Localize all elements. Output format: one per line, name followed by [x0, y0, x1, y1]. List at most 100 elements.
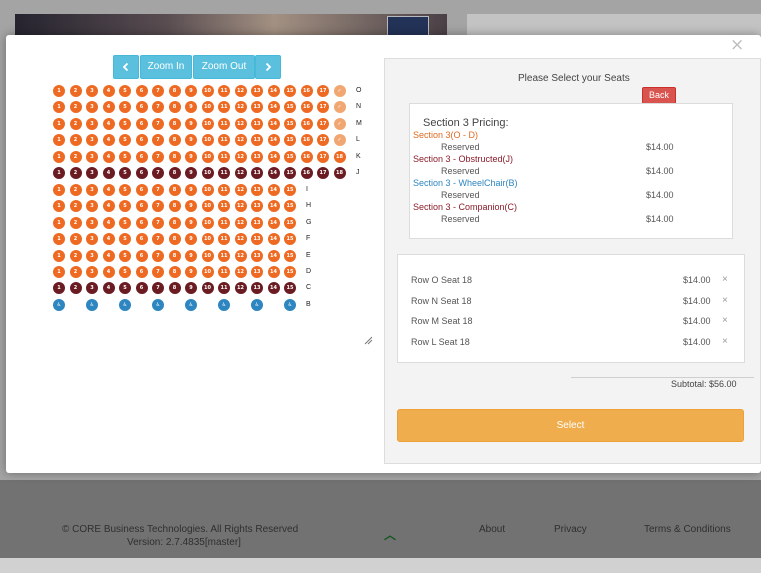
- seat[interactable]: ✓: [333, 117, 346, 130]
- select-button[interactable]: Select: [397, 409, 744, 442]
- seat[interactable]: 8: [168, 265, 181, 278]
- seat[interactable]: 6: [135, 101, 148, 114]
- seat[interactable]: 9: [185, 233, 197, 246]
- remove-item-icon[interactable]: ×: [722, 336, 728, 347]
- seat[interactable]: 8: [168, 183, 181, 196]
- seat[interactable]: 6: [135, 150, 148, 163]
- seat[interactable]: 18: [333, 167, 346, 180]
- close-icon[interactable]: ×: [730, 37, 744, 54]
- seat[interactable]: 8: [168, 167, 181, 180]
- seat[interactable]: 5: [119, 85, 131, 97]
- wheelchair-seat[interactable]: ♿: [185, 298, 197, 311]
- seat[interactable]: 14: [267, 134, 280, 147]
- seat[interactable]: 7: [152, 183, 164, 196]
- seat[interactable]: 12: [234, 249, 247, 262]
- seat[interactable]: 1: [53, 183, 65, 196]
- seat[interactable]: 13: [251, 150, 263, 163]
- seat[interactable]: 7: [152, 249, 164, 262]
- seat[interactable]: 14: [267, 200, 280, 213]
- zoom-in-button[interactable]: Zoom In: [140, 55, 192, 79]
- seat[interactable]: 13: [251, 233, 263, 246]
- seat[interactable]: 13: [251, 117, 263, 130]
- seat[interactable]: 2: [69, 216, 82, 229]
- seat[interactable]: 5: [119, 265, 131, 278]
- seat[interactable]: 16: [300, 101, 313, 114]
- seat[interactable]: 2: [69, 265, 82, 278]
- seat[interactable]: 12: [234, 183, 247, 196]
- seat[interactable]: 6: [135, 216, 148, 229]
- seat[interactable]: 12: [234, 233, 247, 246]
- seat[interactable]: 14: [267, 85, 280, 97]
- seat[interactable]: 9: [185, 265, 197, 278]
- seat[interactable]: 13: [251, 183, 263, 196]
- seat[interactable]: 8: [168, 101, 181, 114]
- seat[interactable]: 4: [102, 200, 115, 213]
- seat[interactable]: 8: [168, 150, 181, 163]
- seat[interactable]: 2: [69, 282, 82, 295]
- seat[interactable]: 13: [251, 265, 263, 278]
- wheelchair-seat[interactable]: ♿: [152, 298, 164, 311]
- seat[interactable]: 7: [152, 150, 164, 163]
- seat[interactable]: 10: [201, 249, 214, 262]
- seat[interactable]: 5: [119, 183, 131, 196]
- resize-handle-icon[interactable]: [364, 336, 373, 345]
- seat[interactable]: 11: [218, 233, 230, 246]
- seat[interactable]: 10: [201, 200, 214, 213]
- seat[interactable]: ✓: [333, 134, 346, 147]
- remove-item-icon[interactable]: ×: [722, 274, 728, 285]
- seat[interactable]: 15: [284, 117, 296, 130]
- seat[interactable]: 14: [267, 167, 280, 180]
- seat[interactable]: 7: [152, 117, 164, 130]
- seat[interactable]: 1: [53, 150, 65, 163]
- seat[interactable]: 10: [201, 216, 214, 229]
- seat[interactable]: 13: [251, 216, 263, 229]
- seat[interactable]: 11: [218, 183, 230, 196]
- seat[interactable]: 10: [201, 101, 214, 114]
- seat[interactable]: 12: [234, 216, 247, 229]
- seat[interactable]: 8: [168, 282, 181, 295]
- remove-item-icon[interactable]: ×: [722, 315, 728, 326]
- seat[interactable]: 2: [69, 200, 82, 213]
- seat[interactable]: 6: [135, 117, 148, 130]
- seat[interactable]: 2: [69, 249, 82, 262]
- seat[interactable]: 4: [102, 101, 115, 114]
- seat[interactable]: 4: [102, 233, 115, 246]
- seat[interactable]: 14: [267, 216, 280, 229]
- seat[interactable]: 8: [168, 134, 181, 147]
- seat[interactable]: 4: [102, 265, 115, 278]
- seat[interactable]: 10: [201, 233, 214, 246]
- seat[interactable]: 8: [168, 117, 181, 130]
- back-button[interactable]: Back: [642, 87, 676, 104]
- seat[interactable]: 6: [135, 200, 148, 213]
- wheelchair-seat[interactable]: ♿: [53, 298, 65, 311]
- seat[interactable]: 10: [201, 117, 214, 130]
- seat[interactable]: 13: [251, 85, 263, 97]
- seat[interactable]: 7: [152, 216, 164, 229]
- seat[interactable]: 5: [119, 233, 131, 246]
- seat[interactable]: 10: [201, 167, 214, 180]
- seat[interactable]: 3: [86, 150, 98, 163]
- seat[interactable]: 14: [267, 183, 280, 196]
- seat[interactable]: 8: [168, 233, 181, 246]
- seat[interactable]: 8: [168, 200, 181, 213]
- seat[interactable]: 6: [135, 282, 148, 295]
- seat[interactable]: 15: [284, 265, 296, 278]
- seat[interactable]: 14: [267, 265, 280, 278]
- wheelchair-seat[interactable]: ♿: [284, 298, 296, 311]
- seat[interactable]: 11: [218, 150, 230, 163]
- seat[interactable]: 14: [267, 150, 280, 163]
- seat[interactable]: 17: [317, 117, 329, 130]
- seat[interactable]: 15: [284, 150, 296, 163]
- seat[interactable]: 16: [300, 167, 313, 180]
- seat[interactable]: 8: [168, 249, 181, 262]
- seat[interactable]: 6: [135, 183, 148, 196]
- seat[interactable]: 18: [333, 150, 346, 163]
- seat[interactable]: 11: [218, 216, 230, 229]
- seat[interactable]: 5: [119, 117, 131, 130]
- seat[interactable]: 12: [234, 167, 247, 180]
- seat[interactable]: 16: [300, 85, 313, 97]
- seat[interactable]: 2: [69, 150, 82, 163]
- seat[interactable]: 4: [102, 134, 115, 147]
- seat[interactable]: 15: [284, 233, 296, 246]
- remove-item-icon[interactable]: ×: [722, 295, 728, 306]
